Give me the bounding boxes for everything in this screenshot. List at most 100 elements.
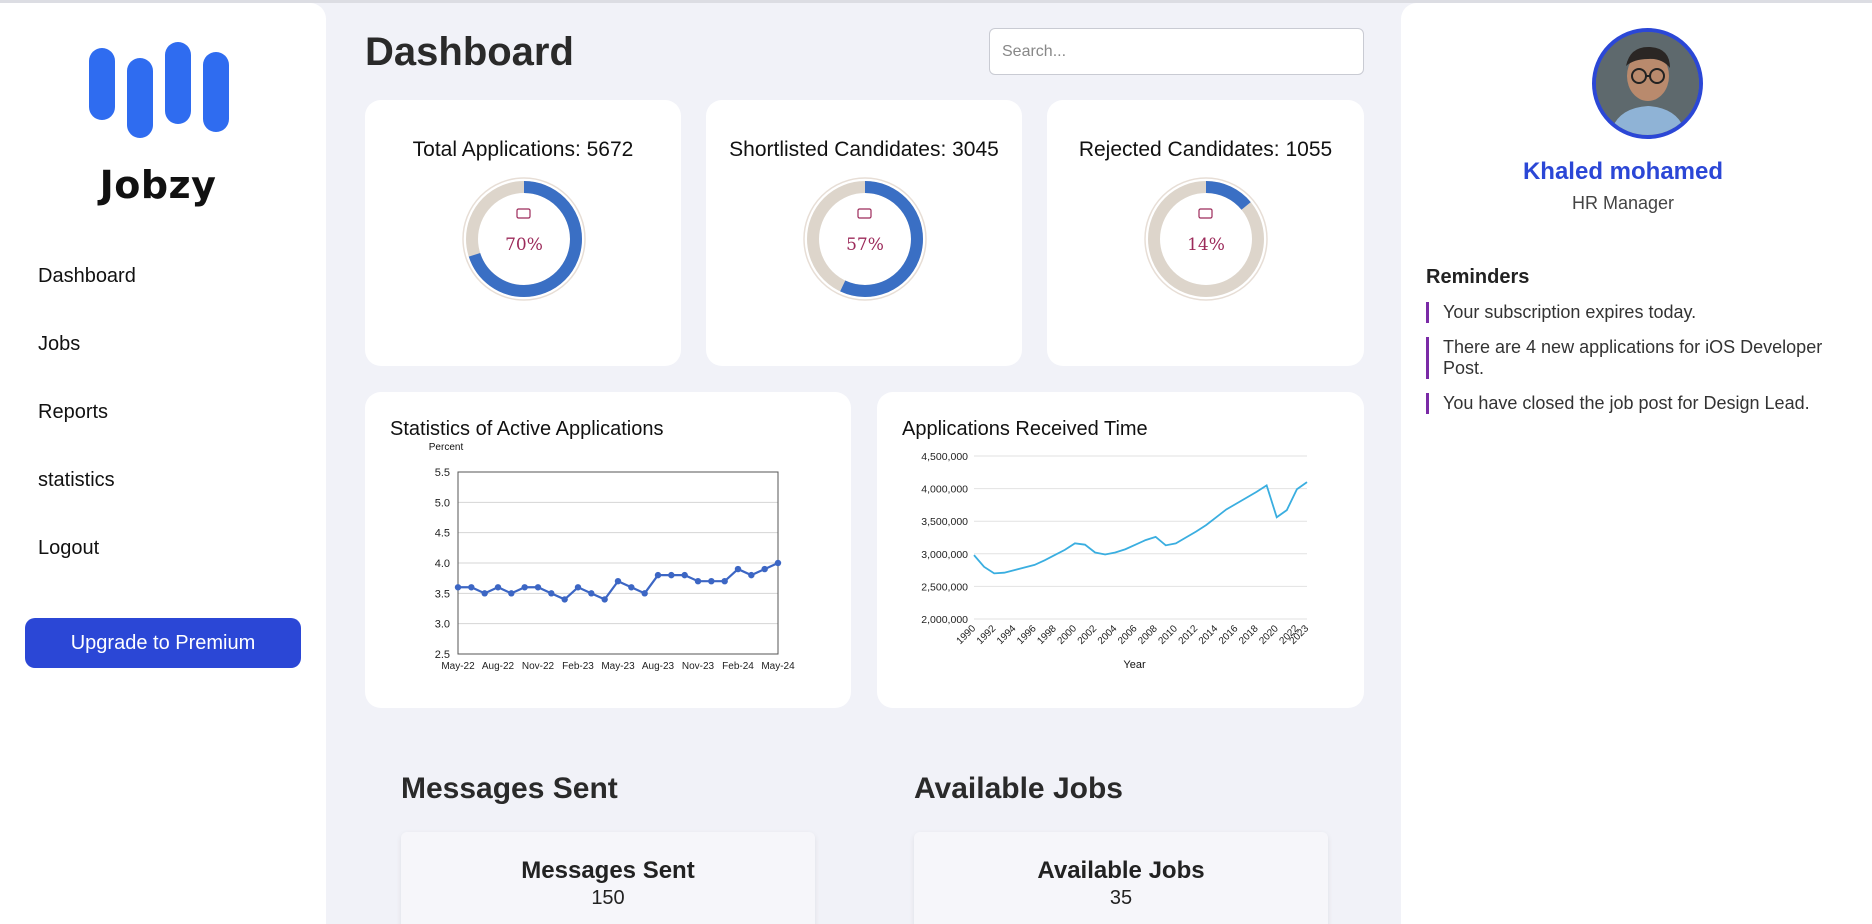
data-point [721, 578, 728, 585]
data-point [574, 584, 582, 591]
reminder-item: You have closed the job post for Design … [1426, 393, 1846, 414]
brand-name: Jobzy [99, 163, 217, 207]
sidebar-item-jobs[interactable]: Jobs [38, 333, 136, 401]
x-tick-label: Feb-23 [562, 661, 594, 672]
data-point [748, 571, 755, 579]
y-tick-label: 5.0 [435, 497, 450, 509]
upgrade-to-premium-button[interactable]: Upgrade to Premium [25, 618, 301, 668]
data-point [548, 590, 555, 597]
donut-chart: 14% [1144, 177, 1268, 301]
stat-card-shortlisted-candidates: Shortlisted Candidates: 3045 57% [706, 100, 1022, 366]
available-jobs-card: Available Jobs 35 [914, 832, 1328, 924]
messages-sent-card-title: Messages Sent [521, 857, 695, 884]
avatar[interactable] [1592, 28, 1703, 139]
chart-card-applications-received: Applications Received Time 2,000,000 2,50… [877, 392, 1364, 708]
data-point [454, 584, 462, 591]
data-point [654, 571, 662, 579]
y-tick-label: 3,000,000 [921, 549, 968, 561]
x-tick-label: 2016 [1217, 623, 1241, 647]
y-tick-label: 4.0 [435, 558, 450, 570]
y-tick-label: 3,500,000 [921, 516, 968, 528]
x-tick-label: Nov-22 [522, 661, 555, 672]
brand-logo-icon [89, 42, 229, 138]
x-tick-label: Aug-22 [482, 661, 515, 672]
x-tick-label: 2020 [1257, 623, 1281, 647]
x-tick-label: 2002 [1076, 623, 1100, 647]
sidebar: Jobzy Dashboard Jobs Reports statistics … [0, 3, 326, 924]
stat-card-title: Total Applications: 5672 [412, 138, 634, 161]
available-jobs-card-title: Available Jobs [1037, 857, 1205, 884]
data-point [641, 590, 648, 597]
y-tick-label: 2,500,000 [921, 581, 968, 593]
sidebar-item-dashboard[interactable]: Dashboard [38, 265, 136, 333]
stat-card-rejected-candidates: Rejected Candidates: 1055 14% [1047, 100, 1364, 366]
x-tick-label: 2012 [1177, 623, 1201, 647]
donut-percent-label: 70% [505, 235, 543, 255]
data-point [761, 565, 768, 573]
x-tick-label: 2006 [1116, 623, 1140, 647]
stat-card-total-applications: Total Applications: 5672 70% [365, 100, 681, 366]
x-tick-label: 2010 [1156, 623, 1180, 647]
data-point [734, 565, 742, 573]
x-tick-label: 1992 [975, 623, 999, 647]
data-point [521, 584, 528, 591]
user-role: HR Manager [1571, 193, 1675, 213]
data-point [668, 571, 675, 579]
y-tick-label: 3.0 [435, 619, 450, 631]
data-point [694, 578, 702, 585]
data-point [628, 584, 635, 591]
data-point [481, 590, 488, 597]
line-chart-applications-received: 2,000,000 2,500,000 3,000,000 3,500,000 4,00… [921, 451, 1311, 671]
donut-chart: 70% [462, 177, 586, 301]
sidebar-item-logout[interactable]: Logout [38, 537, 136, 605]
sidebar-item-statistics[interactable]: statistics [38, 469, 136, 537]
x-tick-label: 1994 [995, 623, 1019, 647]
data-point [774, 559, 782, 567]
x-tick-label: 1996 [1015, 623, 1039, 647]
data-point [534, 584, 542, 591]
y-tick-label: 4,500,000 [921, 451, 968, 463]
y-axis-label: Percent [429, 442, 464, 453]
x-tick-label: Nov-23 [682, 661, 715, 672]
stat-card-title: Shortlisted Candidates: 3045 [729, 138, 999, 161]
donut-chart: 57% [803, 177, 927, 301]
user-name: Khaled mohamed [1522, 158, 1724, 185]
x-tick-label: 2004 [1096, 623, 1120, 647]
x-tick-label: 2008 [1136, 623, 1160, 647]
section-title-available-jobs: Available Jobs [914, 772, 1123, 805]
messages-sent-card: Messages Sent 150 [401, 832, 815, 924]
x-tick-label: 2000 [1056, 623, 1080, 647]
user-avatar-icon [1596, 32, 1699, 135]
sidebar-item-reports[interactable]: Reports [38, 401, 136, 469]
data-point [708, 578, 715, 585]
x-axis-label: Year [1123, 659, 1146, 671]
x-tick-label: Aug-23 [642, 661, 675, 672]
donut-percent-label: 57% [846, 235, 884, 255]
x-tick-label: 2014 [1197, 623, 1221, 647]
line-chart-active-applications: Percent 2.5 3.0 3.5 4.0 4.5 5.0 5.5 May-22 Aug-22… [429, 442, 795, 672]
y-tick-label: 3.5 [435, 588, 450, 600]
donut-percent-label: 14% [1187, 235, 1225, 255]
x-tick-label: 2018 [1237, 623, 1261, 647]
data-point [614, 578, 622, 585]
data-point [508, 590, 515, 597]
x-tick-label: 1998 [1035, 623, 1059, 647]
reminders-list: Your subscription expires today. There a… [1426, 302, 1846, 428]
data-point [468, 584, 475, 591]
stat-card-title: Rejected Candidates: 1055 [1078, 138, 1333, 161]
data-point [494, 584, 502, 591]
data-point [561, 596, 568, 603]
y-tick-label: 2,000,000 [921, 614, 968, 626]
data-point [588, 590, 595, 597]
available-jobs-count: 35 [1109, 887, 1133, 909]
chart-card-active-applications: Statistics of Active Applications Percen… [365, 392, 851, 708]
x-tick-label: 1990 [955, 623, 979, 647]
profile-panel: Khaled mohamed HR Manager Reminders Your… [1401, 3, 1872, 924]
messages-sent-count: 150 [591, 887, 625, 909]
series-line [973, 481, 1308, 575]
data-point [601, 596, 608, 603]
reminder-item: There are 4 new applications for iOS Dev… [1426, 337, 1846, 379]
data-point [681, 571, 688, 579]
search-input[interactable] [989, 28, 1364, 75]
y-tick-label: 4.5 [435, 528, 450, 540]
